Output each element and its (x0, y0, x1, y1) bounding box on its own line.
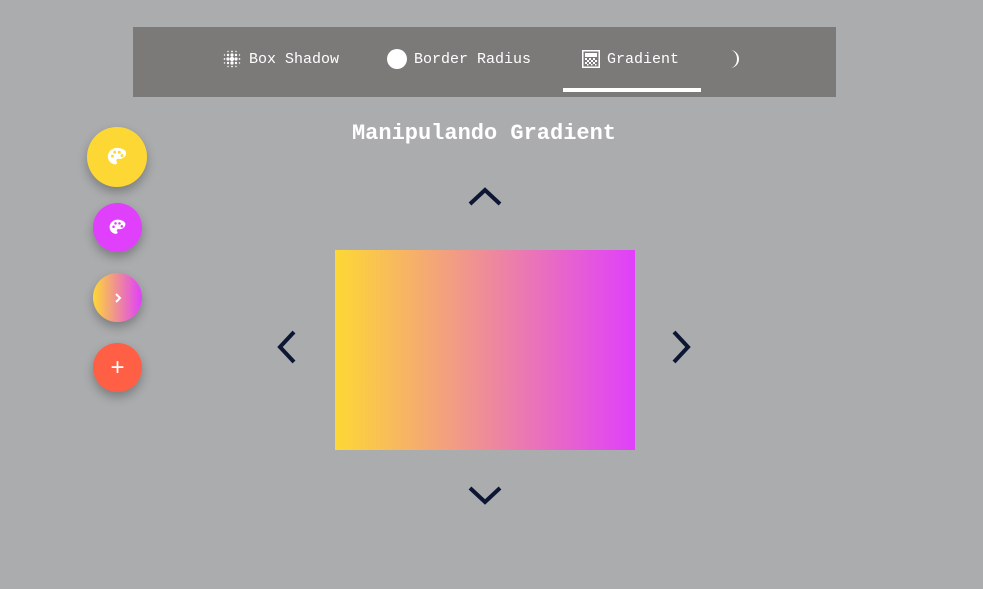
page-title: Manipulando Gradient (351, 121, 617, 146)
theme-toggle-button[interactable] (725, 49, 745, 69)
tab-border-radius-label: Border Radius (414, 50, 532, 68)
gradient-preview-box (335, 250, 635, 450)
fab-add-button[interactable]: + (93, 343, 142, 392)
palette-icon (109, 219, 126, 234)
tab-box-shadow-label: Box Shadow (249, 50, 340, 68)
fab-palette-button[interactable] (93, 203, 142, 252)
arrow-right-button[interactable] (670, 329, 694, 365)
half-moon-icon (730, 50, 739, 68)
top-navbar: Box Shadow Border Radius Gradient (133, 27, 836, 97)
palette-icon (107, 147, 127, 165)
chevron-right-icon (114, 292, 121, 303)
arrow-up-button[interactable] (467, 184, 503, 208)
active-tab-indicator (563, 88, 701, 92)
tab-box-shadow[interactable]: Box Shadow (222, 27, 339, 91)
tab-gradient-label: Gradient (607, 50, 680, 68)
tab-border-radius[interactable]: Border Radius (387, 27, 531, 91)
fab-main-palette-button[interactable] (87, 127, 147, 187)
box-shadow-icon (222, 49, 242, 69)
gradient-icon (582, 50, 600, 68)
fab-gradient-expand-button[interactable] (93, 273, 142, 322)
tab-gradient[interactable]: Gradient (582, 27, 679, 91)
circle-icon (387, 49, 407, 69)
arrow-left-button[interactable] (274, 329, 298, 365)
arrow-down-button[interactable] (467, 484, 503, 508)
plus-icon: + (110, 353, 125, 381)
